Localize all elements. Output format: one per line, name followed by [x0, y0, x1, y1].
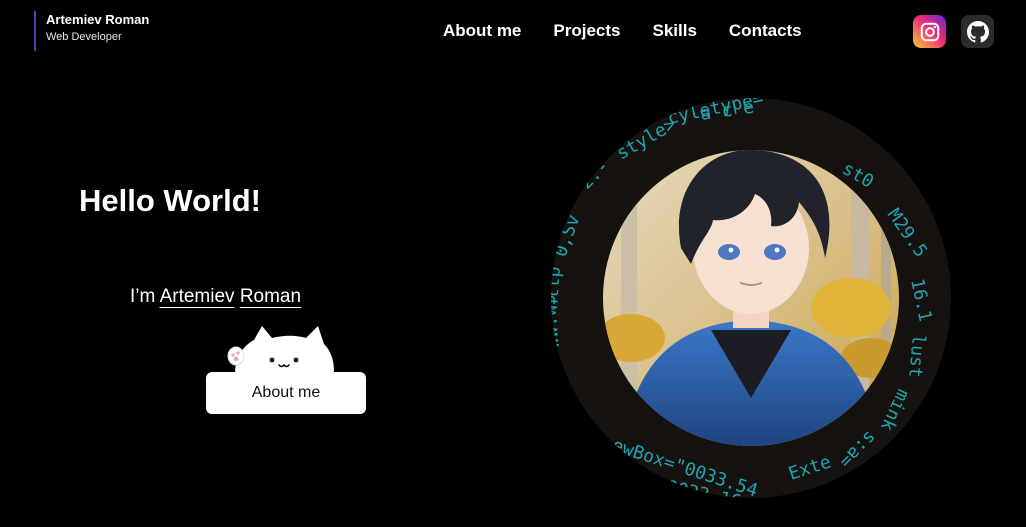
nav-about-me[interactable]: About me — [443, 20, 521, 42]
about-me-button[interactable]: About me — [206, 372, 366, 414]
hero-intro: I’m Artemiev Roman — [130, 284, 301, 310]
avatar-illustration: cyletype=" a c e style> 2.- st0 M29.5 0,… — [551, 98, 936, 498]
svg-text:16.1: 16.1 — [906, 277, 936, 324]
svg-text:a c e: a c e — [699, 98, 756, 125]
brand-name: Artemiev Roman — [46, 12, 150, 27]
brand[interactable]: Artemiev Roman Web Developer — [34, 11, 149, 51]
github-icon — [966, 20, 989, 42]
svg-text:mink: mink — [876, 386, 913, 434]
intro-last-name: Roman — [239, 286, 302, 307]
main-nav: About me Projects Skills Contacts — [443, 20, 802, 42]
intro-first-name: Artemiev — [159, 286, 235, 307]
github-link[interactable] — [961, 15, 994, 48]
nav-contacts[interactable]: Contacts — [729, 20, 802, 42]
nav-projects[interactable]: Projects — [553, 20, 620, 42]
svg-text:0,Sv: 0,Sv — [551, 212, 585, 260]
svg-text:0px"y=: 0px"y= — [551, 390, 594, 448]
instagram-icon — [920, 22, 939, 41]
svg-text:Exte: Exte — [786, 451, 834, 484]
svg-text:style>: style> — [613, 114, 680, 165]
svg-text:dobe.: dobe. — [551, 345, 573, 402]
svg-text:2.-: 2.- — [576, 156, 614, 194]
page: Artemiev Roman Web Developer About me Pr… — [0, 0, 1026, 527]
instagram-link[interactable] — [913, 15, 946, 48]
intro-prefix: I’m — [130, 286, 160, 307]
brand-role: Web Developer — [46, 31, 122, 43]
nav-skills[interactable]: Skills — [652, 20, 696, 42]
avatar: cyletype=" a c e style> 2.- st0 M29.5 0,… — [551, 98, 951, 498]
svg-text:lust: lust — [904, 334, 929, 379]
svg-text:s:a=: s:a= — [835, 426, 881, 472]
hero-title: Hello World! — [79, 183, 261, 218]
